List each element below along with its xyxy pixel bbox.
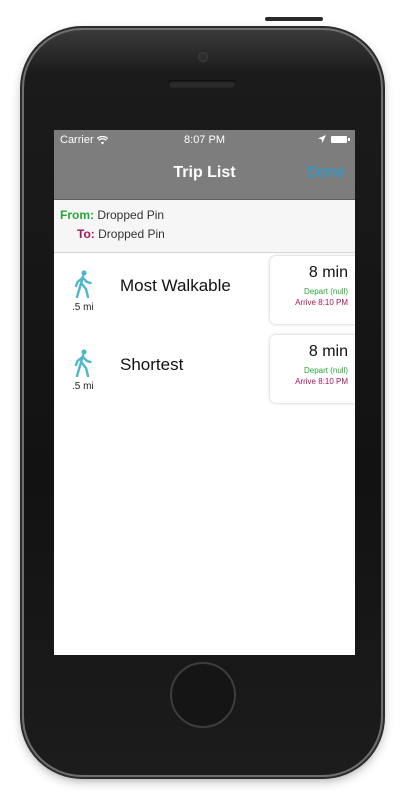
stage: Carrier 8:07 PM Trip List Done From: Dro… — [0, 0, 410, 807]
battery-icon — [331, 135, 350, 143]
earpiece-speaker — [168, 80, 236, 88]
home-button[interactable] — [170, 662, 236, 728]
trip-name: Shortest — [120, 355, 184, 374]
trip-option-most-walkable[interactable]: .5 mi Most Walkable 8 min Depart (null) … — [54, 256, 355, 326]
done-button[interactable]: Done — [307, 164, 345, 182]
location-arrow-icon — [318, 135, 326, 143]
trip-duration: 8 min — [308, 343, 348, 360]
from-label: From: — [60, 208, 94, 222]
trip-distance: .5 mi — [72, 381, 94, 392]
trip-depart: Depart (null) — [303, 287, 348, 296]
phone-screen: Carrier 8:07 PM Trip List Done From: Dro… — [54, 130, 355, 655]
to-value: Dropped Pin — [98, 227, 165, 241]
trip-time-card[interactable]: 8 min Depart (null) Arrive 8:10 PM — [270, 335, 355, 403]
sleep-button[interactable] — [265, 17, 323, 21]
trip-option-shortest[interactable]: .5 mi Shortest 8 min Depart (null) Arriv… — [54, 335, 355, 405]
to-label: To: — [77, 227, 95, 241]
front-camera — [198, 52, 208, 62]
from-value: Dropped Pin — [97, 208, 165, 222]
trip-name: Most Walkable — [120, 276, 231, 295]
trip-time-card[interactable]: 8 min Depart (null) Arrive 8:10 PM — [270, 256, 355, 324]
trip-arrive: Arrive 8:10 PM — [295, 377, 348, 386]
from-row: From: Dropped Pin — [60, 208, 164, 222]
trip-depart: Depart (null) — [303, 366, 348, 375]
status-time: 8:07 PM — [184, 134, 225, 146]
route-summary: From: Dropped Pin To: Dropped Pin — [54, 200, 355, 253]
trip-distance: .5 mi — [72, 302, 94, 313]
walking-person-icon — [74, 349, 92, 377]
walking-person-icon — [74, 270, 92, 298]
status-right — [318, 135, 350, 143]
trip-arrive: Arrive 8:10 PM — [295, 298, 348, 307]
trip-duration: 8 min — [308, 264, 348, 281]
navigation-bar: Trip List Done — [54, 150, 355, 200]
to-row: To: Dropped Pin — [77, 227, 165, 241]
status-bar: Carrier 8:07 PM — [54, 130, 355, 150]
